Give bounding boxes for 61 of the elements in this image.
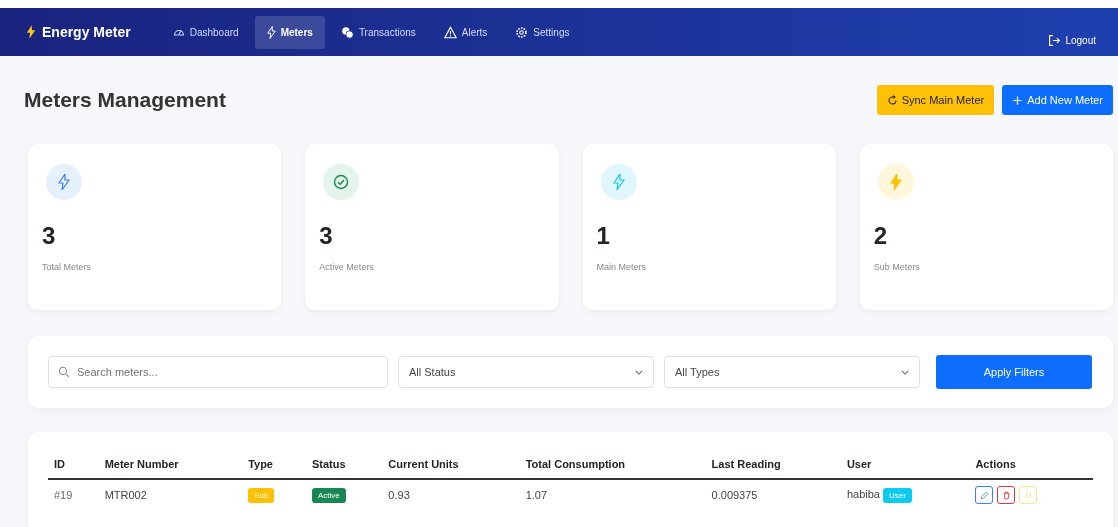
trash-icon <box>1001 490 1011 500</box>
bolt-icon <box>46 164 82 200</box>
apply-filters-button[interactable]: Apply Filters <box>936 355 1092 389</box>
chevron-icon <box>635 369 643 375</box>
stat-label: Sub Meters <box>873 262 921 272</box>
table-cell: 0.009375 <box>711 489 758 501</box>
check-circle-icon <box>323 164 360 200</box>
column-header: Status <box>305 450 383 479</box>
search-icon <box>58 366 70 378</box>
nav-link[interactable]: Dashboard <box>160 16 251 48</box>
type-badge: Sub <box>248 487 275 503</box>
stat-label: Main Meters <box>596 262 647 272</box>
bolt-icon <box>26 25 36 39</box>
page-title: Meters Management <box>24 88 226 112</box>
logout-icon <box>1048 33 1062 47</box>
column-header: Type <box>242 450 306 479</box>
plus-icon <box>1012 94 1024 106</box>
nav-link[interactable]: Transactions <box>328 15 428 49</box>
bolt-icon <box>600 164 637 200</box>
coins-icon <box>340 25 354 39</box>
stat-value: 3 <box>42 222 57 250</box>
column-header: User <box>840 450 970 479</box>
toggle-button[interactable] <box>1019 486 1038 504</box>
sync-button[interactable]: Sync Main Meter <box>876 85 995 115</box>
brand-link[interactable]: Energy Meter <box>26 24 131 40</box>
column-header: Meter Number <box>98 450 243 479</box>
table-cell: habiba <box>846 487 880 500</box>
nav-link[interactable]: Settings <box>503 15 582 49</box>
role-badge: User <box>883 487 912 503</box>
bolt-icon <box>266 25 276 39</box>
stat-value: 1 <box>596 222 611 250</box>
table-cell: #19 <box>54 489 73 501</box>
table-cell: MTR002 <box>104 489 147 501</box>
edit-button[interactable] <box>975 486 994 504</box>
status-dropdown[interactable]: All Status <box>398 356 654 388</box>
refresh-icon <box>886 94 898 106</box>
column-header: ID <box>48 450 99 479</box>
status-badge: Active <box>311 487 346 503</box>
settings-icon <box>515 25 529 39</box>
pause-icon <box>1023 490 1033 500</box>
column-header: Current Units <box>382 450 520 479</box>
delete-button[interactable] <box>997 486 1016 504</box>
column-header: Last Reading <box>705 450 841 479</box>
nav-link[interactable]: Meters <box>254 15 325 49</box>
add-button[interactable]: Add New Meter <box>1002 85 1113 115</box>
column-header: Total Consumption <box>519 450 706 479</box>
type-dropdown[interactable]: All Types <box>664 356 920 388</box>
chevron-icon <box>901 369 909 375</box>
search-field[interactable]: Search meters... <box>48 356 388 388</box>
stat-label: Active Meters <box>319 262 375 272</box>
table-cell: 1.07 <box>525 489 548 501</box>
column-header: Actions <box>969 450 1093 479</box>
stat-value: 3 <box>319 222 334 250</box>
table-cell: 0.93 <box>388 489 410 501</box>
warning-icon <box>443 25 457 39</box>
stat-label: Total Meters <box>42 262 93 272</box>
nav-link[interactable]: Alerts <box>431 15 500 49</box>
stat-value: 2 <box>873 222 889 250</box>
bolt-icon <box>877 164 914 200</box>
logout-link[interactable]: Logout <box>1048 17 1104 47</box>
pencil-icon <box>979 490 989 500</box>
